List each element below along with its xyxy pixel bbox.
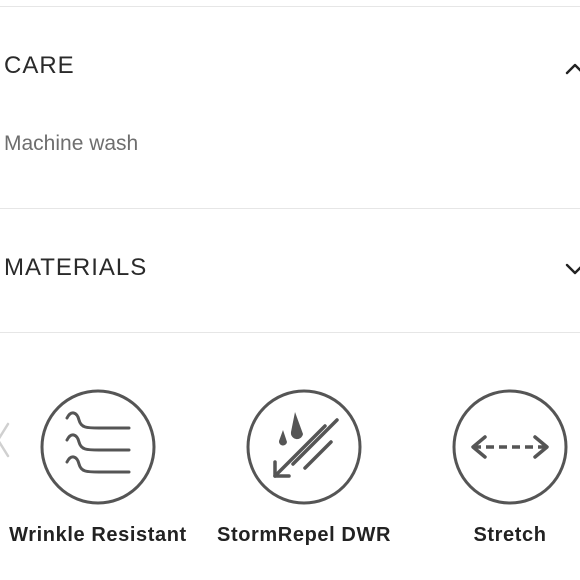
feature-label: StormRepel DWR — [217, 524, 391, 546]
feature-label: Wrinkle Resistant — [9, 524, 187, 546]
materials-title: MATERIALS — [4, 254, 148, 281]
materials-divider — [0, 332, 580, 333]
product-details-panel: CARE Machine wash MATERIALS Wrinkle Resi… — [0, 0, 580, 580]
stretch-icon — [452, 389, 568, 505]
feature-item[interactable]: Wrinkle Resistant — [0, 388, 198, 547]
care-divider — [0, 208, 580, 209]
chevron-up-icon[interactable] — [564, 58, 580, 80]
storm-repel-icon — [246, 389, 362, 505]
chevron-down-icon[interactable] — [564, 258, 580, 280]
care-title: CARE — [4, 52, 75, 79]
care-body: Machine wash — [4, 132, 139, 155]
feature-item[interactable]: StormRepel DWR — [204, 388, 404, 547]
feature-item[interactable]: Stretch — [410, 388, 580, 547]
feature-label: Stretch — [473, 524, 547, 546]
top-divider — [0, 6, 580, 7]
wrinkle-resistant-icon — [40, 389, 156, 505]
